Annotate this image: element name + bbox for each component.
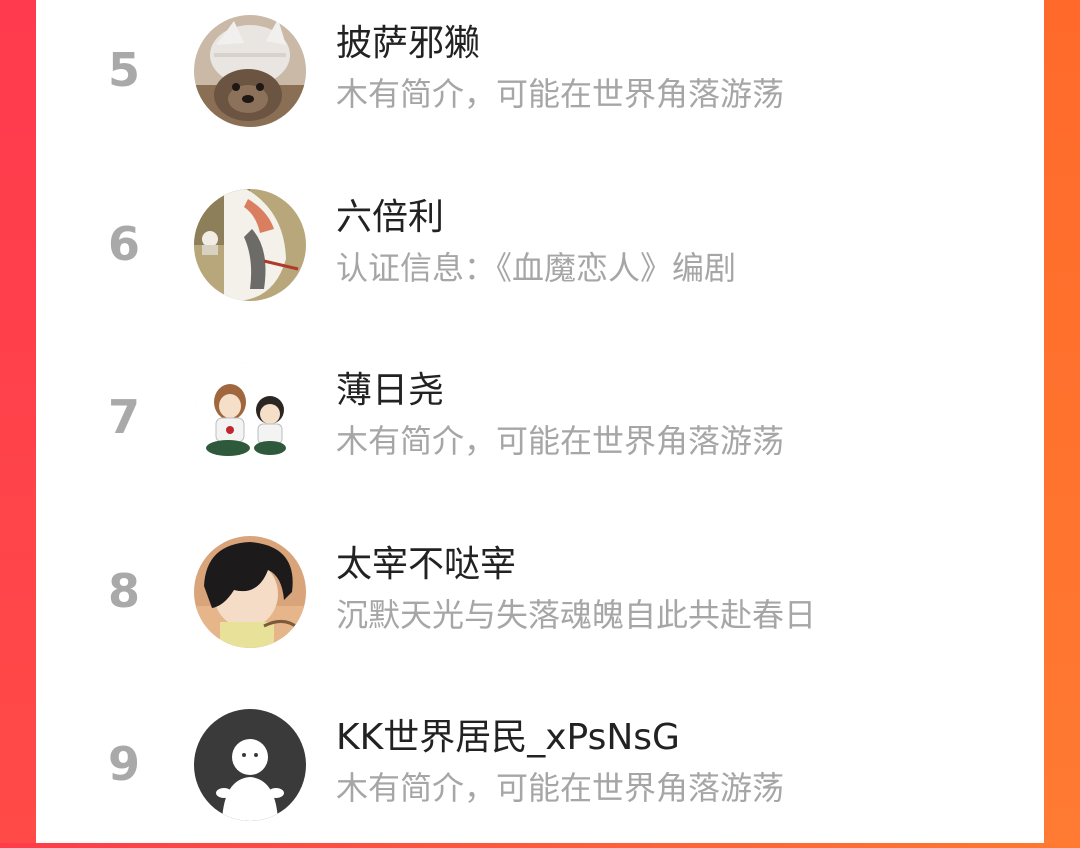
frame-left-edge: [0, 0, 36, 843]
rank-number: 8: [107, 564, 140, 618]
list-item[interactable]: 6 六倍利 认证信息：《血魔恋人》编剧: [36, 178, 1044, 328]
rank-number: 7: [107, 390, 140, 444]
user-name[interactable]: 六倍利: [336, 196, 444, 240]
user-description: 木有简介，可能在世界角落游荡: [336, 422, 785, 460]
rank-number: 9: [107, 737, 140, 791]
list-item[interactable]: 5 披萨邪獭 木有简介，可能在世界角落游荡: [36, 4, 1044, 154]
otter-avatar-icon[interactable]: [194, 15, 306, 127]
list-item[interactable]: 9 KK世界居民_xPsNsG 木有简介，可能在世界角落游荡: [36, 698, 1044, 848]
user-name[interactable]: KK世界居民_xPsNsG: [336, 716, 680, 760]
ranking-list-panel: 5 披萨邪獭 木有简介，可能在世界角落游荡 6 六倍利 认证信息：《血魔恋人》编…: [36, 0, 1044, 843]
list-item[interactable]: 8 太宰不哒宰 沉默天光与失落魂魄自此共赴春日: [36, 525, 1044, 675]
default-user-avatar-icon[interactable]: [194, 709, 306, 821]
user-name[interactable]: 太宰不哒宰: [336, 543, 516, 587]
user-name[interactable]: 披萨邪獭: [336, 22, 480, 66]
user-description: 沉默天光与失落魂魄自此共赴春日: [336, 596, 817, 634]
cartoon-cat-avatar-icon[interactable]: [194, 189, 306, 301]
dark-hair-boy-avatar-icon[interactable]: [194, 536, 306, 648]
user-name[interactable]: 薄日尧: [336, 369, 444, 413]
user-description: 木有简介，可能在世界角落游荡: [336, 75, 785, 113]
list-item[interactable]: 7 薄日尧 木有简介，可能在世界角落游荡: [36, 351, 1044, 501]
user-description: 认证信息：《血魔恋人》编剧: [336, 249, 737, 287]
user-description: 木有简介，可能在世界角落游荡: [336, 769, 785, 807]
frame-right-edge: [1044, 0, 1080, 843]
rank-number: 6: [107, 217, 140, 271]
rank-number: 5: [107, 43, 140, 97]
two-characters-avatar-icon[interactable]: [194, 362, 306, 474]
